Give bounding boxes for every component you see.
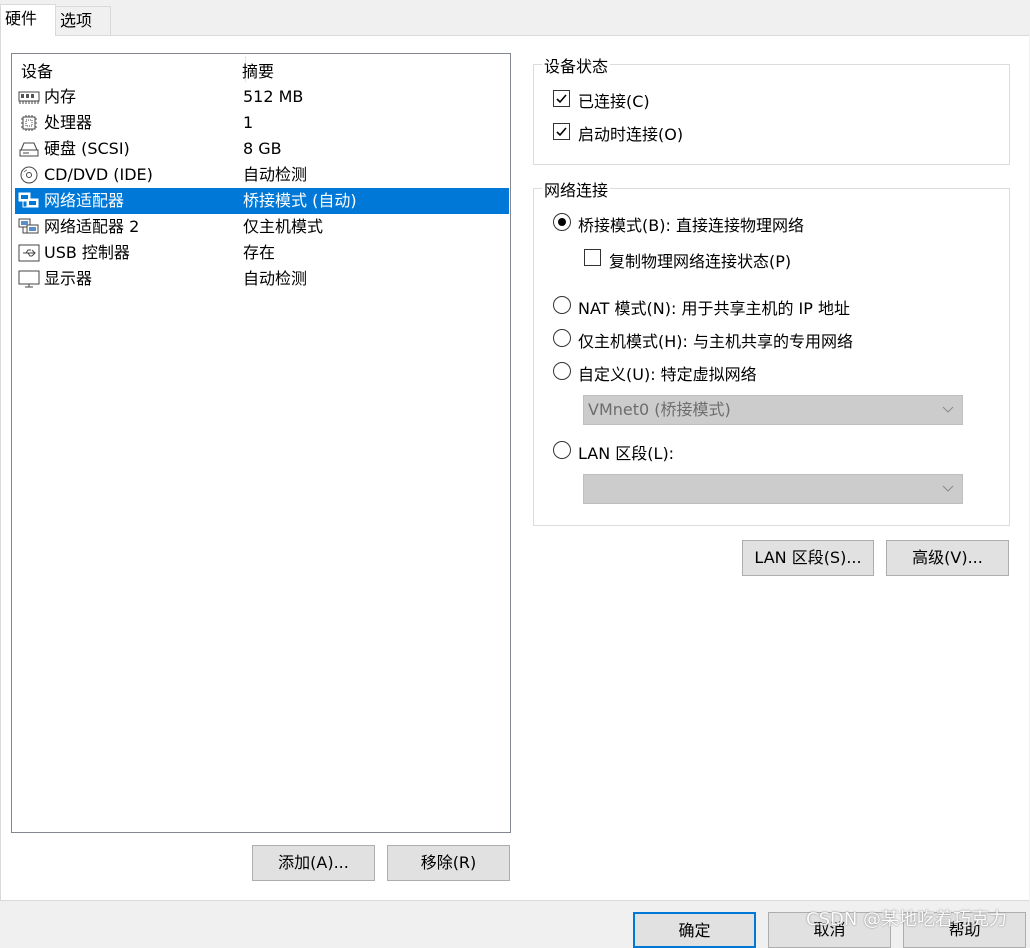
cd-dvd-icon <box>18 166 40 184</box>
device-summary: 存在 <box>243 243 276 262</box>
checkmark-icon <box>556 94 567 104</box>
device-summary: 仅主机模式 <box>243 217 324 236</box>
device-name: USB 控制器 <box>44 243 130 262</box>
replicate-state-checkbox[interactable] <box>584 249 601 266</box>
device-list-header: 设备 摘要 <box>12 54 510 84</box>
device-name: 处理器 <box>44 113 93 132</box>
device-name: 硬盘 (SCSI) <box>44 139 130 158</box>
tab-hardware[interactable]: 硬件 <box>0 4 56 36</box>
chevron-down-icon <box>942 406 954 413</box>
custom-network-value: VMnet0 (桥接模式) <box>588 400 731 419</box>
lan-segment-select[interactable] <box>583 474 963 504</box>
add-button[interactable]: 添加(A)... <box>252 845 375 881</box>
connected-label[interactable]: 已连接(C) <box>578 88 650 112</box>
nat-radio[interactable] <box>553 296 571 314</box>
device-summary: 1 <box>243 113 254 132</box>
device-row-network-adapter[interactable]: 网络适配器 桥接模式 (自动) <box>15 188 509 214</box>
nat-label[interactable]: NAT 模式(N): 用于共享主机的 IP 地址 <box>578 295 850 319</box>
radio-dot <box>558 218 566 226</box>
device-status-title: 设备状态 <box>542 53 611 77</box>
bridged-label[interactable]: 桥接模式(B): 直接连接物理网络 <box>578 212 804 236</box>
network-adapter-icon <box>18 218 40 236</box>
device-list[interactable]: 设备 摘要 内存 512 MB 处理器 1 硬盘 (SCSI) 8 GB CD/… <box>11 53 511 833</box>
checkmark-icon <box>556 127 567 137</box>
watermark-text: CSDN @某地吃着巧克力 <box>806 909 1008 930</box>
device-row-processor[interactable]: 处理器 1 <box>15 110 509 136</box>
advanced-button[interactable]: 高级(V)... <box>886 540 1009 576</box>
device-summary: 8 GB <box>243 139 282 158</box>
device-name: CD/DVD (IDE) <box>44 165 153 184</box>
device-row-memory[interactable]: 内存 512 MB <box>15 84 509 110</box>
device-summary: 桥接模式 (自动) <box>243 191 357 210</box>
usb-icon <box>18 244 40 262</box>
network-connection-title: 网络连接 <box>542 177 611 201</box>
ok-button[interactable]: 确定 <box>633 912 756 948</box>
harddisk-icon <box>18 140 40 158</box>
device-summary: 自动检测 <box>243 165 308 184</box>
network-adapter-icon <box>18 192 40 210</box>
memory-icon <box>18 88 40 106</box>
lan-segment-label[interactable]: LAN 区段(L): <box>578 440 674 464</box>
processor-icon <box>18 114 40 132</box>
device-summary: 自动检测 <box>243 269 308 288</box>
device-row-display[interactable]: 显示器 自动检测 <box>15 266 509 292</box>
chevron-down-icon <box>942 485 954 492</box>
device-name: 内存 <box>44 87 77 106</box>
custom-label[interactable]: 自定义(U): 特定虚拟网络 <box>578 361 757 385</box>
tab-strip: 硬件 选项 <box>0 0 1030 36</box>
device-name: 网络适配器 <box>44 191 125 210</box>
connected-checkbox[interactable] <box>553 90 570 107</box>
device-row-harddisk[interactable]: 硬盘 (SCSI) 8 GB <box>15 136 509 162</box>
device-row-usb-controller[interactable]: USB 控制器 存在 <box>15 240 509 266</box>
device-row-cd-dvd[interactable]: CD/DVD (IDE) 自动检测 <box>15 162 509 188</box>
device-row-network-adapter-2[interactable]: 网络适配器 2 仅主机模式 <box>15 214 509 240</box>
tab-options[interactable]: 选项 <box>55 6 111 36</box>
connect-at-power-on-checkbox[interactable] <box>553 123 570 140</box>
column-header-device[interactable]: 设备 <box>21 58 53 82</box>
device-name: 网络适配器 2 <box>44 217 140 236</box>
device-name: 显示器 <box>44 269 93 288</box>
lan-segment-radio[interactable] <box>553 441 571 459</box>
lan-segments-button[interactable]: LAN 区段(S)... <box>742 540 874 576</box>
column-header-summary[interactable]: 摘要 <box>242 58 274 82</box>
display-icon <box>18 270 40 288</box>
remove-button[interactable]: 移除(R) <box>387 845 510 881</box>
connect-at-power-on-label[interactable]: 启动时连接(O) <box>578 121 683 145</box>
host-only-label[interactable]: 仅主机模式(H): 与主机共享的专用网络 <box>578 328 853 352</box>
device-summary: 512 MB <box>243 87 304 106</box>
device-status-group: 设备状态 <box>533 53 1010 165</box>
host-only-radio[interactable] <box>553 329 571 347</box>
custom-radio[interactable] <box>553 362 571 380</box>
bridged-radio[interactable] <box>553 213 571 231</box>
custom-network-select[interactable]: VMnet0 (桥接模式) <box>583 395 963 425</box>
replicate-state-label[interactable]: 复制物理网络连接状态(P) <box>609 248 791 272</box>
